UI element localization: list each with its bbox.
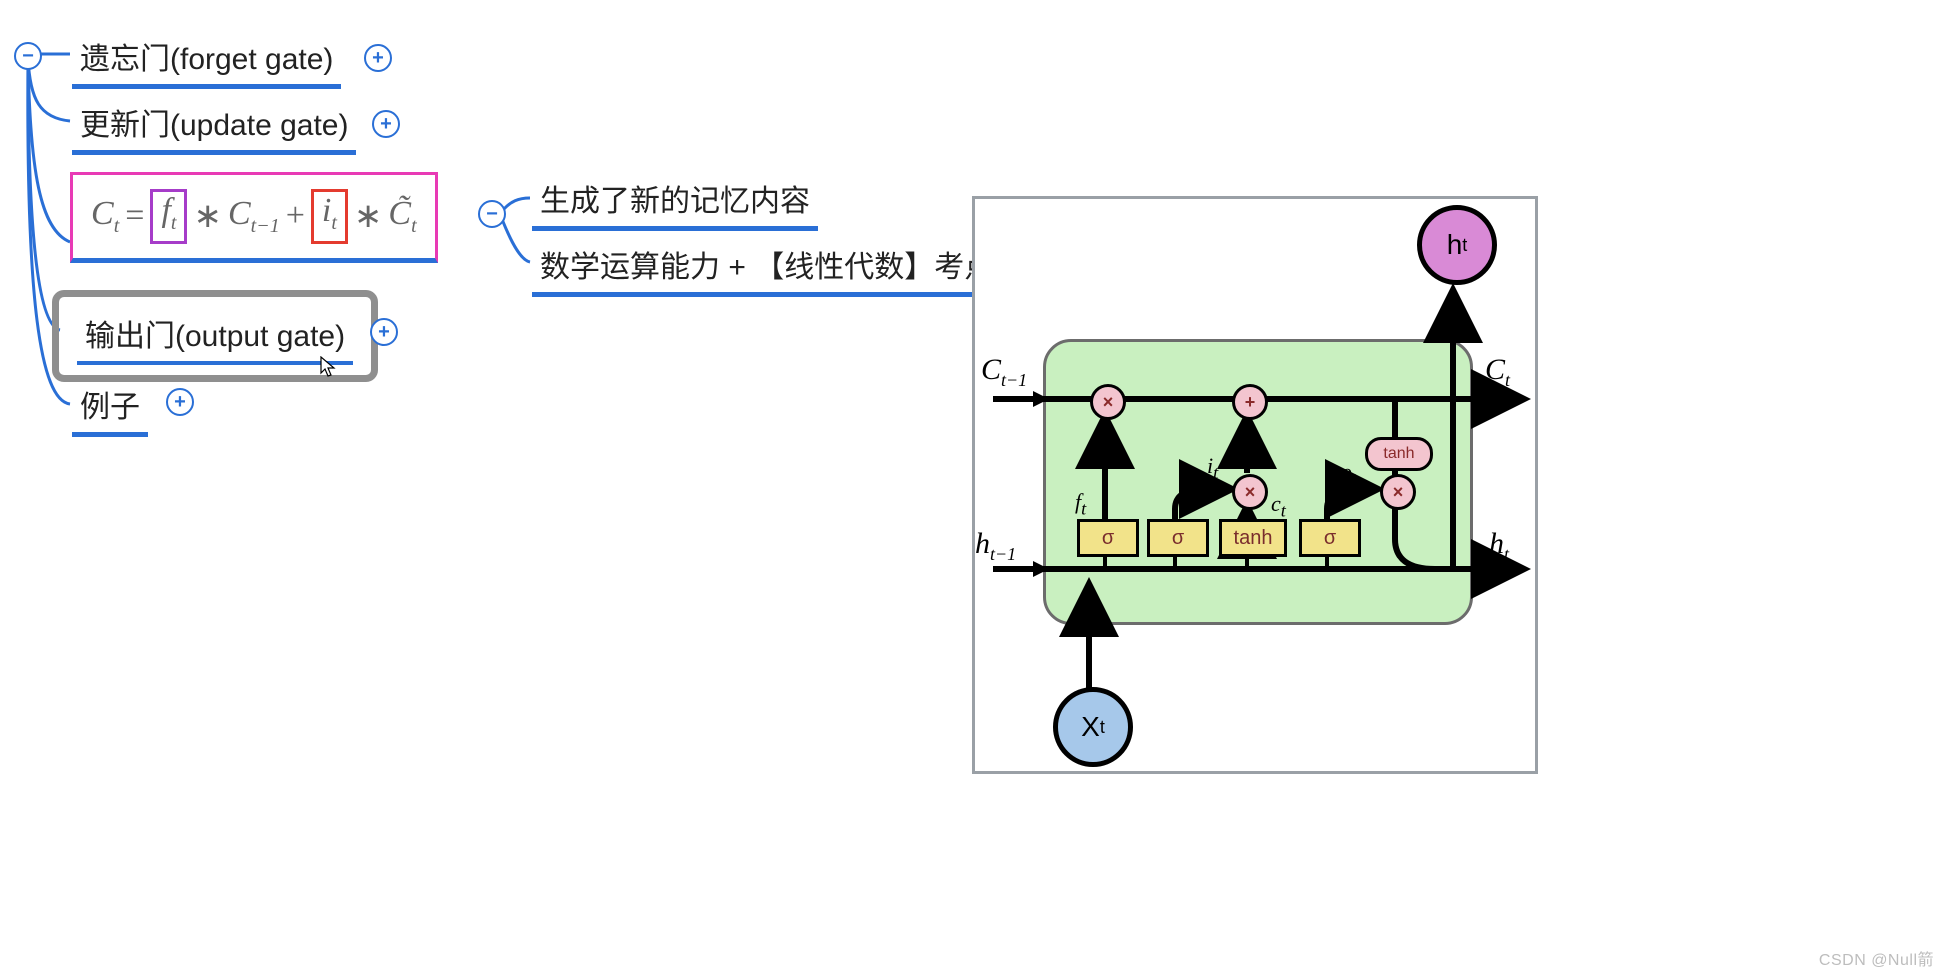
expand-toggle-update[interactable]: + [372,110,400,138]
label-ct: ct [1271,491,1286,521]
expand-toggle-example[interactable]: + [166,388,194,416]
sym-C: Ct [91,195,119,238]
sym-Cprev: Ct−1 [228,195,280,238]
gate-tanh-candidate: tanh [1219,519,1287,557]
formula-box: Ct = ft ∗ Ct−1 + it ∗ C̃t [70,172,438,263]
sym-eq: = [125,197,144,235]
node-update-gate[interactable]: 更新门(update gate) [72,96,356,155]
gate-sigma-forget: σ [1077,519,1139,557]
root-collapse-toggle[interactable]: − [14,42,42,70]
sym-plus: + [286,197,305,235]
node-new-memory-content[interactable]: 生成了新的记忆内容 [532,172,818,231]
cursor-icon [320,356,338,378]
collapse-toggle-formula[interactable]: − [478,200,506,228]
op-mult-forget: × [1090,384,1126,420]
op-add-cellstate: + [1232,384,1268,420]
input-xt-circle: Xt [1053,687,1133,767]
node-label: 更新门(update gate) [72,96,356,155]
watermark: CSDN @Null箭 [1819,946,1934,970]
label-ot: ot [1341,459,1357,489]
op-mult-output: × [1380,474,1416,510]
label-h-prev: ht−1 [975,527,1016,565]
node-example[interactable]: 例子 [72,378,148,437]
label-C-t: Ct [1485,353,1510,391]
label-h-t: ht [1489,527,1509,565]
box-ft: ft [150,189,187,244]
op-mult-input: × [1232,474,1268,510]
node-label: 例子 [72,378,148,437]
node-forget-gate[interactable]: 遗忘门(forget gate) [72,30,341,89]
expand-toggle-output[interactable]: + [370,318,398,346]
node-label: 生成了新的记忆内容 [532,172,818,231]
label-ft: ft [1075,489,1086,519]
sym-times1: ∗ [193,196,222,236]
sym-Ctilde: C̃t [388,195,416,238]
sym-times2: ∗ [354,196,383,236]
box-it: it [311,189,348,244]
label-C-prev: Ct−1 [981,353,1027,391]
node-label: 遗忘门(forget gate) [72,30,341,89]
label-it: it [1207,453,1218,483]
node-math-linear-algebra[interactable]: 数学运算能力 + 【线性代数】考点内 [532,238,1032,297]
node-label: 数学运算能力 + 【线性代数】考点内 [532,238,1032,297]
lstm-diagram-frame: ht [972,196,1538,774]
node-cell-state-formula[interactable]: Ct = ft ∗ Ct−1 + it ∗ C̃t [70,172,438,263]
node-label: 输出门(output gate) [77,307,353,365]
gate-sigma-input: σ [1147,519,1209,557]
activation-tanh-output: tanh [1365,437,1433,471]
gate-sigma-output: σ [1299,519,1361,557]
expand-toggle-forget[interactable]: + [364,44,392,72]
